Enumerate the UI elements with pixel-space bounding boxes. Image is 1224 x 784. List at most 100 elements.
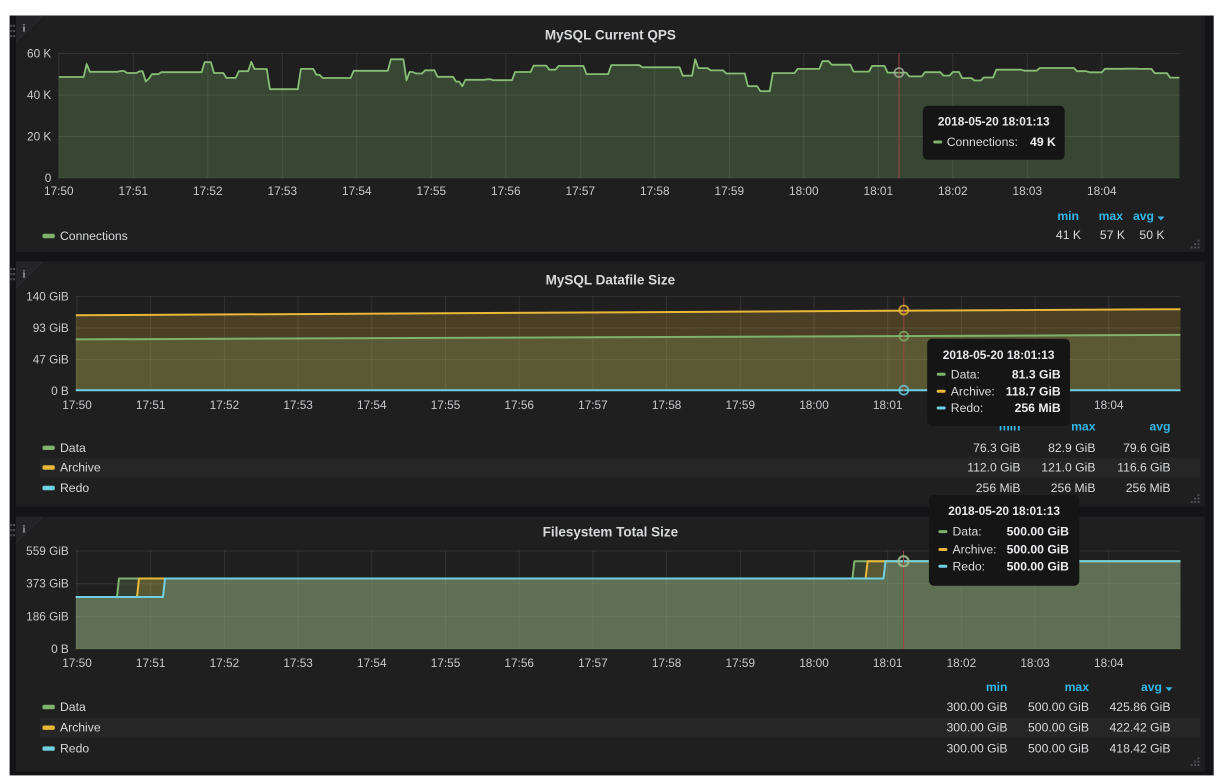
svg-text:116.6 GiB: 116.6 GiB: [1117, 461, 1170, 475]
svg-text:256 MiB: 256 MiB: [1015, 401, 1061, 415]
svg-text:18:04: 18:04: [1087, 184, 1117, 198]
svg-text:121.0 GiB: 121.0 GiB: [1041, 461, 1095, 475]
svg-text:17:59: 17:59: [715, 184, 745, 198]
svg-text:300.00 GiB: 300.00 GiB: [947, 700, 1008, 714]
svg-text:18:01: 18:01: [864, 184, 894, 198]
svg-text:MySQL Current QPS: MySQL Current QPS: [545, 27, 676, 42]
svg-text:17:57: 17:57: [578, 656, 608, 670]
svg-text:256 MiB: 256 MiB: [1126, 481, 1171, 495]
svg-text:76.3 GiB: 76.3 GiB: [973, 441, 1020, 455]
svg-text:18:03: 18:03: [1013, 184, 1043, 198]
svg-text:0 B: 0 B: [51, 642, 69, 656]
svg-text:min: min: [986, 680, 1008, 694]
svg-text:17:52: 17:52: [210, 656, 240, 670]
svg-text:i: i: [23, 525, 26, 536]
svg-text:2018-05-20 18:01:13: 2018-05-20 18:01:13: [948, 504, 1060, 518]
svg-text:18:01: 18:01: [873, 398, 903, 412]
svg-text:Data: Data: [60, 700, 86, 714]
svg-text:MySQL Datafile Size: MySQL Datafile Size: [546, 272, 676, 287]
svg-text:425.86 GiB: 425.86 GiB: [1110, 700, 1171, 714]
svg-text:17:51: 17:51: [136, 398, 166, 412]
svg-text:79.6 GiB: 79.6 GiB: [1123, 441, 1170, 455]
svg-text:0: 0: [45, 171, 52, 185]
svg-text:Redo: Redo: [60, 742, 89, 756]
svg-text:17:57: 17:57: [578, 398, 608, 412]
svg-text:Redo:: Redo:: [953, 559, 986, 573]
svg-text:17:59: 17:59: [726, 656, 756, 670]
svg-text:avg: avg: [1141, 680, 1162, 694]
svg-text:17:54: 17:54: [357, 398, 387, 412]
svg-text:17:55: 17:55: [417, 184, 447, 198]
svg-text:Archive: Archive: [60, 461, 101, 475]
svg-text:Filesystem Total Size: Filesystem Total Size: [543, 524, 679, 539]
svg-text:Data:: Data:: [953, 525, 982, 539]
svg-text:Data: Data: [60, 441, 86, 455]
svg-text:18:02: 18:02: [938, 184, 968, 198]
svg-text:avg: avg: [1133, 209, 1154, 223]
svg-text:140 GiB: 140 GiB: [26, 290, 69, 304]
svg-text:81.3 GiB: 81.3 GiB: [1012, 367, 1061, 381]
svg-text:60 K: 60 K: [27, 47, 51, 61]
svg-text:500.00 GiB: 500.00 GiB: [1007, 559, 1070, 573]
svg-text:Redo:: Redo:: [951, 401, 984, 415]
svg-text:17:52: 17:52: [210, 398, 240, 412]
svg-text:500.00 GiB: 500.00 GiB: [1028, 742, 1089, 756]
svg-text:17:52: 17:52: [193, 184, 223, 198]
svg-text:18:00: 18:00: [789, 184, 819, 198]
svg-text:max: max: [1065, 680, 1090, 694]
svg-text:max: max: [1071, 419, 1096, 433]
svg-text:41 K: 41 K: [1056, 228, 1081, 242]
svg-text:17:53: 17:53: [283, 398, 313, 412]
svg-text:500.00 GiB: 500.00 GiB: [1028, 721, 1089, 735]
svg-text:373 GiB: 373 GiB: [26, 577, 69, 591]
svg-text:118.7 GiB: 118.7 GiB: [1006, 384, 1061, 398]
svg-text:0 B: 0 B: [51, 384, 69, 398]
svg-text:256 MiB: 256 MiB: [976, 481, 1021, 495]
svg-text:avg: avg: [1149, 419, 1170, 433]
svg-text:17:58: 17:58: [652, 656, 682, 670]
svg-text:418.42 GiB: 418.42 GiB: [1110, 742, 1171, 756]
svg-text:2018-05-20 18:01:13: 2018-05-20 18:01:13: [938, 115, 1050, 129]
svg-text:500.00 GiB: 500.00 GiB: [1028, 700, 1089, 714]
svg-text:17:50: 17:50: [44, 184, 74, 198]
svg-text:256 MiB: 256 MiB: [1051, 481, 1096, 495]
svg-text:17:57: 17:57: [566, 184, 596, 198]
svg-text:50 K: 50 K: [1139, 228, 1164, 242]
svg-text:17:56: 17:56: [504, 398, 534, 412]
svg-text:Data:: Data:: [951, 367, 980, 381]
svg-text:i: i: [23, 270, 26, 281]
svg-text:500.00 GiB: 500.00 GiB: [1007, 543, 1070, 557]
svg-text:57 K: 57 K: [1100, 228, 1125, 242]
svg-text:17:54: 17:54: [342, 184, 372, 198]
svg-text:300.00 GiB: 300.00 GiB: [947, 721, 1008, 735]
svg-text:18:01: 18:01: [873, 656, 903, 670]
svg-text:17:58: 17:58: [640, 184, 670, 198]
svg-text:17:56: 17:56: [504, 656, 534, 670]
svg-text:93 GiB: 93 GiB: [33, 321, 69, 335]
svg-text:17:55: 17:55: [431, 656, 461, 670]
svg-text:20 K: 20 K: [27, 130, 51, 144]
svg-text:112.0 GiB: 112.0 GiB: [967, 461, 1020, 475]
svg-text:17:55: 17:55: [431, 398, 461, 412]
svg-text:422.42 GiB: 422.42 GiB: [1110, 721, 1171, 735]
svg-text:47 GiB: 47 GiB: [33, 353, 69, 367]
svg-text:17:53: 17:53: [283, 656, 313, 670]
svg-text:17:51: 17:51: [136, 656, 166, 670]
svg-text:17:50: 17:50: [62, 398, 92, 412]
svg-text:18:02: 18:02: [947, 656, 977, 670]
svg-text:49 K: 49 K: [1030, 135, 1056, 149]
svg-text:max: max: [1099, 209, 1124, 223]
svg-text:17:53: 17:53: [268, 184, 298, 198]
svg-text:18:04: 18:04: [1094, 656, 1124, 670]
svg-text:500.00 GiB: 500.00 GiB: [1007, 525, 1070, 539]
svg-text:18:03: 18:03: [1020, 656, 1050, 670]
svg-text:Connections: Connections: [60, 229, 128, 243]
svg-text:186 GiB: 186 GiB: [26, 609, 69, 623]
svg-text:82.9 GiB: 82.9 GiB: [1048, 441, 1095, 455]
svg-text:Archive:: Archive:: [951, 384, 995, 398]
svg-text:17:58: 17:58: [652, 398, 682, 412]
svg-text:2018-05-20 18:01:13: 2018-05-20 18:01:13: [943, 348, 1055, 362]
svg-text:300.00 GiB: 300.00 GiB: [947, 742, 1008, 756]
svg-text:17:59: 17:59: [726, 398, 756, 412]
svg-text:18:04: 18:04: [1094, 398, 1124, 412]
